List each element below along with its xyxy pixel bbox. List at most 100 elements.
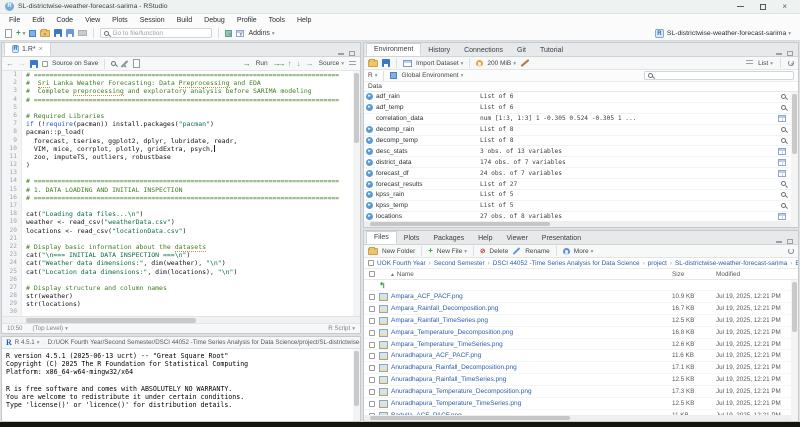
environment-search-input[interactable] [644,71,794,80]
file-name-link[interactable]: Anuradhapura_Temperature_Decomposition.p… [391,388,532,395]
rerun-icon[interactable]: →→ [273,60,283,68]
file-name-link[interactable]: Ampara_Temperature_Decomposition.png [391,329,513,336]
new-project-icon[interactable] [29,30,36,37]
view-table-icon[interactable] [778,115,786,122]
save-icon[interactable] [54,29,62,37]
source-on-save-checkbox[interactable] [42,61,48,67]
expand-icon[interactable]: ▸ [366,159,373,166]
environment-vertical-scrollbar[interactable] [791,92,798,227]
parent-directory-row[interactable]: ↰ [364,280,791,291]
file-checkbox[interactable] [369,330,375,336]
print-icon[interactable] [78,30,87,36]
environment-object-row[interactable]: ▸forecast_df24 obs. of 7 variables [364,168,791,179]
breadcrumb-item[interactable]: SL-districtwise-weather-forecast-sarima [675,260,787,267]
pane-minimize-icon[interactable] [338,53,344,55]
environment-object-row[interactable]: ▸desc_stats3 obs. of 13 variables [364,146,791,157]
console-vertical-scrollbar[interactable] [353,349,360,421]
version-control-icon[interactable] [225,30,232,37]
editor-tab[interactable]: R 1.R* × [4,42,51,57]
tab-history[interactable]: History [421,45,457,57]
go-next-chunk-icon[interactable]: ↓ [297,60,301,68]
environment-object-row[interactable]: correlation_datanum [1:3, 1:3] 1 -0.305 … [364,114,791,125]
environment-horizontal-scrollbar[interactable] [364,221,791,227]
tab-packages[interactable]: Packages [426,233,471,245]
file-name-link[interactable]: Ampara_Rainfall_TimeSeries.png [391,317,488,324]
menu-view[interactable]: View [80,17,105,24]
document-outline-icon[interactable] [349,61,356,67]
run-button[interactable]: Run [256,60,268,67]
expand-icon[interactable]: ▸ [366,191,373,198]
forward-icon[interactable]: → [18,60,26,68]
tab-close-icon[interactable]: × [39,46,43,53]
expand-icon[interactable]: ▸ [366,93,373,100]
inspect-icon[interactable] [781,126,786,133]
file-row[interactable]: Anuradhapura_Temperature_TimeSeries.png1… [364,398,791,410]
new-folder-button[interactable]: New Folder [382,248,415,255]
column-modified[interactable]: Modified [716,271,740,278]
editor-horizontal-scrollbar[interactable] [2,316,360,323]
environment-object-row[interactable]: ▸forecast_resultsList of 27 [364,179,791,190]
list-view-selector[interactable]: List [758,60,773,67]
tab-git[interactable]: Git [510,45,533,57]
view-table-icon[interactable] [778,159,786,166]
file-name-link[interactable]: Anuradhapura_Rainfall_Decomposition.png [391,364,517,371]
file-checkbox[interactable] [369,365,375,371]
file-checkbox[interactable] [369,377,375,383]
breadcrumb-item[interactable]: EDA_Plots [795,260,798,267]
file-checkbox[interactable] [369,318,375,324]
file-row[interactable]: Ampara_ACF_PACF.png10.9 KBJul 19, 2025, … [364,291,791,303]
save-all-icon[interactable] [66,29,74,37]
clear-objects-icon[interactable] [521,59,530,67]
file-name-link[interactable]: Ampara_ACF_PACF.png [391,293,463,300]
tab-help[interactable]: Help [471,233,499,245]
file-type-selector[interactable]: R Script [328,325,355,332]
close-icon[interactable]: × [782,4,787,10]
menu-debug[interactable]: Debug [199,17,230,24]
file-name-link[interactable]: Anuradhapura_Rainfall_TimeSeries.png [391,376,506,383]
pane-maximize-icon[interactable] [787,239,793,244]
environment-scope-selector[interactable]: Global Environment [401,72,463,79]
file-name-link[interactable]: Ampara_Temperature_TimeSeries.png [391,341,503,348]
inspect-icon[interactable] [781,93,786,100]
expand-icon[interactable]: ▸ [366,202,373,209]
breadcrumb-item[interactable]: UOK Fourth Year [377,260,426,267]
view-table-icon[interactable] [778,148,786,155]
new-file-button[interactable]: New File [437,248,467,255]
save-workspace-icon[interactable] [382,59,390,67]
expand-icon[interactable]: ▸ [366,213,373,220]
environment-object-row[interactable]: ▸adf_tempList of 6 [364,103,791,114]
files-refresh-icon[interactable] [788,248,794,254]
file-checkbox[interactable] [369,294,375,300]
file-row[interactable]: Anuradhapura_ACF_PACF.png11.6 KBJul 19, … [364,350,791,362]
editor-save-icon[interactable] [30,60,38,68]
files-vertical-scrollbar[interactable] [791,280,798,421]
scope-selector[interactable]: (Top Level) [32,325,67,332]
environment-object-row[interactable]: ▸decomp_rainList of 8 [364,125,791,136]
load-workspace-icon[interactable] [368,60,378,67]
tab-viewer[interactable]: Viewer [500,233,535,245]
file-name-link[interactable]: Anuradhapura_ACF_PACF.png [391,352,481,359]
console-output[interactable]: R version 4.5.1 (2025-06-13 ucrt) -- "Gr… [2,349,360,418]
view-table-icon[interactable] [778,213,786,220]
expand-icon[interactable]: ▸ [366,126,373,133]
environment-object-row[interactable]: ▸kpss_rainList of 5 [364,190,791,201]
editor-vertical-scrollbar[interactable] [353,71,360,316]
environment-object-row[interactable]: ▸kpss_tempList of 5 [364,201,791,212]
menu-edit[interactable]: Edit [27,17,49,24]
rename-button[interactable]: Rename [525,248,550,255]
addins-menu[interactable]: Addins [248,30,274,37]
pane-maximize-icon[interactable] [787,51,793,56]
file-name-link[interactable]: Ampara_Rainfall_Decomposition.png [391,305,498,312]
compile-report-icon[interactable] [133,59,140,68]
find-icon[interactable] [111,61,116,66]
file-row[interactable]: Anuradhapura_Rainfall_TimeSeries.png12.5… [364,374,791,386]
files-horizontal-scrollbar[interactable] [364,415,791,421]
column-size[interactable]: Size [672,271,684,278]
expand-icon[interactable]: ▸ [366,181,373,188]
pane-minimize-icon[interactable] [776,53,782,55]
pane-minimize-icon[interactable] [776,241,782,243]
pane-maximize-icon[interactable] [349,51,355,56]
project-selector[interactable]: SL-districtwise-weather-forecast-sarima [667,30,791,37]
tab-files[interactable]: Files [366,231,397,245]
tab-environment[interactable]: Environment [366,43,421,57]
